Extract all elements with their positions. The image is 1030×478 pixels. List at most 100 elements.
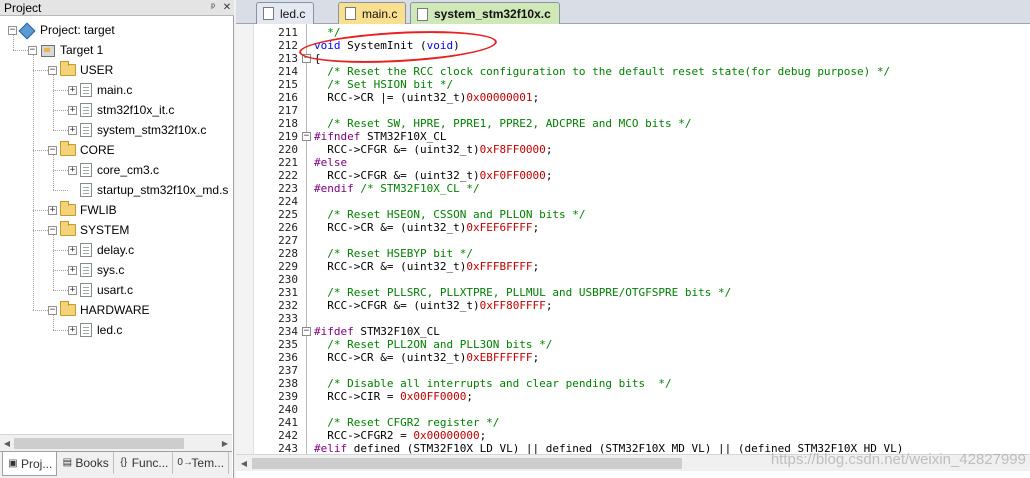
code-line[interactable]: #endif /* STM32F10X_CL */	[314, 182, 480, 195]
fold-toggle-icon[interactable]: −	[302, 132, 311, 141]
code-token: 0xFEF6FFFF	[466, 221, 533, 234]
scrollbar-thumb[interactable]	[252, 458, 682, 469]
code-line[interactable]: RCC->CFGR2 = 0x00000000;	[314, 429, 486, 442]
tree-connector	[53, 235, 54, 290]
tree-item[interactable]: − Target 1	[28, 40, 103, 60]
tree-connector	[53, 330, 68, 331]
tree-item[interactable]: + stm32f10x_it.c	[68, 100, 174, 120]
collapse-icon[interactable]: −	[48, 225, 57, 235]
tree-item[interactable]: + delay.c	[68, 240, 134, 260]
collapse-icon[interactable]: −	[48, 305, 57, 315]
line-number: 211	[278, 26, 298, 39]
file-icon	[80, 243, 92, 257]
code-token: RCC->CFGR &= (uint32_t)	[314, 299, 480, 312]
code-token: 0x00000000	[413, 429, 480, 442]
code-line[interactable]: /* Disable all interrupts and clear pend…	[314, 377, 672, 390]
tree-item-label: HARDWARE	[80, 303, 150, 317]
line-number: 232	[278, 299, 298, 312]
tree-item-label: FWLIB	[80, 203, 117, 217]
code-line[interactable]: RCC->CFGR &= (uint32_t)0xF8FF0000;	[314, 143, 552, 156]
code-line[interactable]: RCC->CIR = 0x00FF0000;	[314, 390, 473, 403]
file-tab[interactable]: system_stm32f10x.c	[410, 2, 560, 25]
tree-item[interactable]: + led.c	[68, 320, 122, 340]
code-line[interactable]: /* Reset HSEBYP bit */	[314, 247, 473, 260]
tree-item[interactable]: − SYSTEM	[48, 220, 129, 240]
functions-icon: {}	[120, 457, 128, 468]
tab-project[interactable]: ▣ Proj...	[2, 452, 58, 476]
collapse-icon[interactable]: −	[8, 25, 17, 35]
code-line[interactable]: #else	[314, 156, 347, 169]
file-icon	[80, 323, 92, 337]
line-number: 236	[278, 351, 298, 364]
code-editor[interactable]: 211 212 213 214 215 216 217 218 219 220 221 222 223 2…	[236, 24, 1030, 454]
collapse-icon[interactable]: −	[48, 145, 57, 155]
scrollbar-thumb[interactable]	[14, 438, 184, 449]
expand-icon[interactable]: +	[68, 245, 77, 255]
tree-item[interactable]: − CORE	[48, 140, 115, 160]
code-token: /* Disable all interrupts and clear pend…	[314, 377, 672, 390]
tree-item[interactable]: + FWLIB	[48, 200, 117, 220]
file-tab[interactable]: main.c	[338, 2, 407, 24]
expand-icon[interactable]: +	[68, 85, 77, 95]
expand-icon[interactable]: +	[68, 265, 77, 275]
scroll-left-icon[interactable]: ◀	[238, 458, 250, 469]
code-line[interactable]: RCC->CFGR &= (uint32_t)0xFF80FFFF;	[314, 299, 552, 312]
expand-icon[interactable]: +	[68, 105, 77, 115]
code-line[interactable]: /* Reset PLLSRC, PLLXTPRE, PLLMUL and US…	[314, 286, 731, 299]
target-icon	[40, 43, 56, 57]
tree-item[interactable]: startup_stm32f10x_md.s	[68, 180, 228, 200]
code-line[interactable]: /* Reset PLL2ON and PLL3ON bits */	[314, 338, 552, 351]
line-number: 233	[278, 312, 298, 325]
code-line[interactable]: #ifdef STM32F10X_CL	[314, 325, 440, 338]
folder-icon	[60, 221, 76, 236]
tree-item[interactable]: + core_cm3.c	[68, 160, 159, 180]
code-line[interactable]: RCC->CR |= (uint32_t)0x00000001;	[314, 91, 539, 104]
tab-functions[interactable]: {} Func...	[114, 452, 174, 474]
code-token: /* Set HSION bit */	[314, 78, 454, 91]
editor-margin	[236, 24, 254, 454]
code-token: RCC->CR &= (uint32_t)	[314, 260, 467, 273]
tree-item[interactable]: + sys.c	[68, 260, 124, 280]
expand-icon[interactable]: +	[68, 325, 77, 335]
scroll-right-icon[interactable]: ▶	[219, 438, 231, 449]
project-tree-horizontal-scrollbar[interactable]: ◀ ▶	[0, 434, 232, 451]
scroll-left-icon[interactable]: ◀	[1, 438, 13, 449]
file-tab[interactable]: led.c	[256, 2, 315, 24]
code-line[interactable]: /* Set HSION bit */	[314, 78, 453, 91]
tree-item[interactable]: − USER	[48, 60, 113, 80]
line-number: 243	[278, 442, 298, 454]
collapse-icon[interactable]: −	[48, 65, 57, 75]
expand-icon[interactable]: +	[68, 285, 77, 295]
expand-icon[interactable]: +	[68, 165, 77, 175]
collapse-icon[interactable]: −	[28, 45, 37, 55]
code-line[interactable]: /* Reset the RCC clock configuration to …	[314, 65, 890, 78]
code-line[interactable]: */	[314, 26, 340, 39]
code-line[interactable]: /* Reset CFGR2 register */	[314, 416, 499, 429]
tree-item[interactable]: − HARDWARE	[48, 300, 150, 320]
code-line[interactable]: RCC->CFGR &= (uint32_t)0xF0FF0000;	[314, 169, 552, 182]
code-line[interactable]: RCC->CR &= (uint32_t)0xEBFFFFFF;	[314, 351, 539, 364]
expand-icon[interactable]: +	[48, 205, 57, 215]
tree-connector	[33, 55, 34, 310]
folder-icon	[60, 201, 76, 216]
code-line[interactable]: /* Reset SW, HPRE, PPRE1, PPRE2, ADCPRE …	[314, 117, 691, 130]
tab-templates[interactable]: 0→ Tem...	[173, 452, 230, 474]
expand-icon[interactable]: +	[68, 125, 77, 135]
tree-item[interactable]: + main.c	[68, 80, 132, 100]
code-token: ;	[545, 143, 553, 156]
line-number: 221	[278, 156, 298, 169]
pin-icon[interactable]: ᵖ	[206, 1, 220, 15]
fold-toggle-icon[interactable]: −	[302, 327, 311, 336]
tree-item-label: stm32f10x_it.c	[97, 103, 175, 117]
line-number: 215	[278, 78, 298, 91]
code-line[interactable]: #ifndef STM32F10X_CL	[314, 130, 446, 143]
tree-item[interactable]: + system_stm32f10x.c	[68, 120, 206, 140]
code-line[interactable]: /* Reset HSEON, CSSON and PLLON bits */	[314, 208, 585, 221]
code-line[interactable]: RCC->CR &= (uint32_t)0xFFFBFFFF;	[314, 260, 539, 273]
tree-item[interactable]: + usart.c	[68, 280, 133, 300]
tab-books[interactable]: ▤ Books	[57, 452, 114, 474]
tree-item[interactable]: − Project: target	[8, 20, 115, 40]
code-line[interactable]: RCC->CR &= (uint32_t)0xFEF6FFFF;	[314, 221, 539, 234]
close-icon[interactable]: ✕	[220, 1, 234, 15]
line-number: 227	[278, 234, 298, 247]
